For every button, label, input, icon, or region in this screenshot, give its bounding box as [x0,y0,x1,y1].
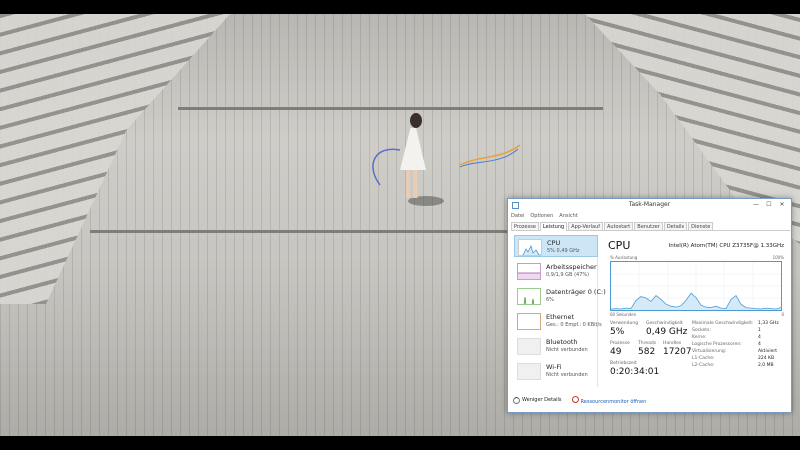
handles-label: Handles [663,341,682,346]
sidebar-item-ethernet[interactable]: Ethernet Ges.: 0 Empf.: 0 KBit/s [514,310,602,332]
tab-app-verlauf[interactable]: App-Verlauf [568,222,603,230]
threads-label: Threads [638,341,657,346]
sidebar-item-sub: 5% 0,49 GHz [547,248,580,254]
resource-monitor-label: Ressourcenmonitor öffnen [580,398,647,405]
detail-value: 1,33 GHz [758,321,779,326]
chevron-up-icon: ^ [513,396,520,404]
menu-item-ansicht[interactable]: Ansicht [559,213,577,221]
menu-item-optionen[interactable]: Optionen [530,213,553,221]
ribbon-trail [372,144,521,186]
detail-value: 4 [758,342,761,347]
sidebar-item-disk[interactable]: Datenträger 0 (C:) 6% [514,285,606,307]
cpu-detail-panel: CPU Intel(R) Atom(TM) CPU Z3735F@ 1.33GH… [608,237,784,387]
less-details-button[interactable]: ^ Weniger Details [513,396,562,404]
menu-bar: Datei Optionen Ansicht [511,213,578,221]
sidebar-item-cpu[interactable]: CPU 5% 0,49 GHz [514,235,598,257]
resource-monitor-icon [571,395,579,403]
threads-value: 582 [638,347,656,357]
graph-min-label: 0 [781,312,784,317]
resource-monitor-link[interactable]: Ressourcenmonitor öffnen [571,395,647,405]
task-manager-window: Task-Manager — ☐ ✕ Datei Optionen Ansich… [507,198,792,413]
sidebar-item-sub: Nicht verbunden [546,372,588,378]
sidebar-item-memory[interactable]: Arbeitsspeicher 0,9/1,9 GB (47%) [514,260,598,282]
usage-label: Verwendung [610,321,639,326]
tab-bar: Prozesse Leistung App-Verlauf Autostart … [511,222,790,231]
detail-label: L1-Cache: [692,356,715,361]
detail-label: Maximale Geschwindigkeit: [692,321,754,326]
graph-max-label: 100% [772,255,784,260]
sidebar-item-label: CPU [547,239,561,247]
menu-item-datei[interactable]: Datei [511,213,524,221]
sidebar-item-label: Wi-Fi [546,363,562,371]
close-button[interactable]: ✕ [777,201,787,208]
detail-value: Aktiviert [758,349,777,354]
footer-bar: ^ Weniger Details Ressourcenmonitor öffne… [513,395,646,405]
tab-details[interactable]: Details [663,222,688,230]
resource-sidebar: CPU 5% 0,49 GHz Arbeitsspeicher 0,9/1,9 … [513,235,606,387]
cpu-model: Intel(R) Atom(TM) CPU Z3735F@ 1.33GHz [668,243,784,249]
handles-value: 17207 [663,347,692,357]
detail-label: Virtualisierung: [692,349,727,354]
sidebar-item-sub: Nicht verbunden [546,347,588,353]
processes-label: Prozesse [610,341,630,346]
sidebar-item-sub: 6% [546,297,554,303]
detail-value: 1 [758,328,761,333]
memory-thumbnail-graph [517,263,541,280]
usage-value: 5% [610,327,625,337]
sidebar-item-wifi[interactable]: Wi-Fi Nicht verbunden [514,360,598,382]
tab-dienste[interactable]: Dienste [688,222,714,230]
detail-label: Logische Prozessoren: [692,342,742,347]
window-title: Task-Manager [628,201,671,208]
tab-leistung[interactable]: Leistung [539,222,568,231]
graph-label: % Auslastung [610,255,638,260]
cpu-usage-chart [610,262,782,310]
bluetooth-thumbnail-graph [517,338,541,355]
sidebar-item-label: Arbeitsspeicher [546,263,597,271]
tab-benutzer[interactable]: Benutzer [634,222,663,230]
dancer-head [410,113,422,128]
sidebar-item-label: Ethernet [546,313,574,321]
title-bar[interactable]: Task-Manager — ☐ ✕ [508,199,791,213]
processes-value: 49 [610,347,622,357]
speed-value: 0,49 GHz [646,327,688,337]
detail-value: 4 [758,335,761,340]
detail-label: Sockets: [692,328,711,333]
detail-value: 224 KB [758,356,775,361]
sidebar-item-label: Datenträger 0 (C:) [546,288,606,296]
less-details-label: Weniger Details [522,396,562,403]
wallpaper-seam [90,230,510,233]
detail-value: 2,0 MB [758,363,774,368]
tab-autostart[interactable]: Autostart [604,222,634,230]
cpu-usage-graph [610,261,782,311]
speed-label: Geschwindigkeit [646,321,683,326]
detail-label: L2-Cache: [692,363,715,368]
disk-thumbnail-graph [517,288,541,305]
detail-label: Kerne: [692,335,707,340]
desktop-screen: Task-Manager — ☐ ✕ Datei Optionen Ansich… [0,0,800,450]
panel-title: CPU [608,239,631,252]
uptime-label: Betriebszeit [610,361,637,366]
sidebar-item-sub: Ges.: 0 Empf.: 0 KBit/s [546,322,602,328]
wifi-thumbnail-graph [517,363,541,380]
minimize-button[interactable]: — [751,201,761,208]
cpu-thumbnail-graph [518,239,542,256]
tab-prozesse[interactable]: Prozesse [511,222,539,230]
uptime-value: 0:20:34:01 [610,367,660,377]
maximize-button[interactable]: ☐ [764,201,774,208]
sidebar-item-label: Bluetooth [546,338,578,346]
sidebar-item-bluetooth[interactable]: Bluetooth Nicht verbunden [514,335,598,357]
wallpaper-seam [178,107,603,110]
sidebar-item-sub: 0,9/1,9 GB (47%) [546,272,590,278]
graph-time-label: 60 Sekunden [610,312,637,317]
ethernet-thumbnail-graph [517,313,541,330]
